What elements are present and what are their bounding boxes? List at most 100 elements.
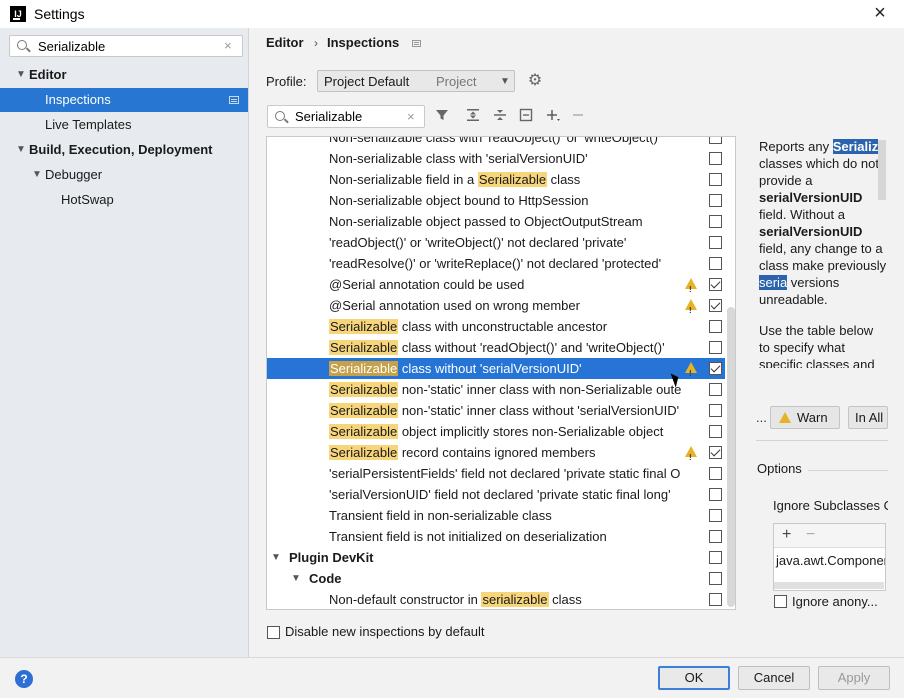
add-icon[interactable] [543,107,563,127]
table-scrollbar[interactable] [774,582,884,589]
inspection-row[interactable]: Non-serializable field in a Serializable… [267,169,725,190]
severity-more[interactable]: ... [756,410,767,425]
filter-icon[interactable] [432,107,452,127]
chevron-down-icon[interactable]: ▼ [291,568,301,589]
remove-icon[interactable]: − [806,526,815,544]
inspection-name: 'readResolve()' or 'writeReplace()' not … [329,253,699,274]
description-scrollbar[interactable] [878,140,886,200]
inspection-row[interactable]: Transient field is not initialized on de… [267,526,725,547]
profile-dropdown[interactable]: Project Default Project ▼ [317,70,515,92]
inspection-group-row[interactable]: ▼ Code [267,568,725,589]
reset-icon[interactable] [516,107,536,127]
inspection-enabled-checkbox[interactable] [709,425,722,438]
clear-search-icon[interactable]: × [224,38,232,53]
breadcrumb-root[interactable]: Editor [266,35,304,50]
inspection-row[interactable]: Non-serializable object bound to HttpSes… [267,190,725,211]
options-title: Options [757,461,802,476]
list-scrollbar[interactable] [727,307,735,607]
inspection-row[interactable]: Transient field in non-serializable clas… [267,505,725,526]
inspection-row[interactable]: 'serialPersistentFields' field not decla… [267,463,725,484]
gear-icon[interactable]: ⚙ [526,72,544,90]
breadcrumb-separator: › [314,36,318,50]
inspection-name: Non-default constructor in serializable … [329,589,699,609]
inspection-enabled-checkbox[interactable] [709,383,722,396]
inspection-enabled-checkbox[interactable] [709,215,722,228]
inspection-enabled-checkbox[interactable] [709,362,722,375]
inspection-row[interactable]: Serializable record contains ignored mem… [267,442,725,468]
inspection-enabled-checkbox[interactable] [709,446,722,459]
tree-item-inspections[interactable]: Inspections [0,88,248,112]
inspection-enabled-checkbox[interactable] [709,236,722,249]
inspection-enabled-checkbox[interactable] [709,572,722,585]
inspection-enabled-checkbox[interactable] [709,530,722,543]
inspection-enabled-checkbox[interactable] [709,341,722,354]
inspection-name-text: class [547,172,581,187]
inspection-enabled-checkbox[interactable] [709,152,722,165]
inspection-name: Non-serializable object passed to Object… [329,211,699,232]
inspection-enabled-checkbox[interactable] [709,593,722,606]
ok-button[interactable]: OK [658,666,730,690]
inspection-name-text: 'readObject()' or 'writeObject()' not de… [329,235,627,250]
inspection-row[interactable]: Non-serializable class with 'readObject(… [267,137,725,148]
chevron-down-icon[interactable]: ▼ [271,547,281,568]
inspection-enabled-checkbox[interactable] [709,467,722,480]
inspection-name-text: Non-serializable field in a [329,172,478,187]
inspection-enabled-checkbox[interactable] [709,278,722,291]
clear-search-icon[interactable]: × [407,109,415,124]
tree-item-build-execution-deployment[interactable]: ▼ Build, Execution, Deployment [0,138,248,162]
inspection-enabled-checkbox[interactable] [709,257,722,270]
add-icon[interactable]: + [782,526,791,544]
inspection-row[interactable]: Serializable non-'static' inner class wi… [267,400,725,421]
inspections-search-input[interactable]: Serializable × [267,105,425,128]
apply-button[interactable]: Apply [818,666,890,690]
inspection-row[interactable]: Non-default constructor in serializable … [267,589,725,609]
tree-item-live-templates[interactable]: Live Templates [0,113,248,137]
inspection-enabled-checkbox[interactable] [709,488,722,501]
inspection-name: Serializable class without 'serialVersio… [329,358,679,379]
inspection-group-row[interactable]: ▼ Plugin DevKit [267,547,725,568]
settings-search-input[interactable]: Serializable × [9,35,243,57]
tree-item-hotswap[interactable]: HotSwap [0,188,248,212]
inspection-name-text: class without 'readObject()' and 'writeO… [398,340,665,355]
tree-item-editor[interactable]: ▼ Editor [0,63,248,87]
inspection-row[interactable]: 'readResolve()' or 'writeReplace()' not … [267,253,725,274]
profile-scope: Project [436,74,477,89]
inspection-row[interactable]: Serializable class without 'serialVersio… [267,358,725,384]
chevron-down-icon: ▼ [32,169,42,180]
expand-all-icon[interactable] [463,107,483,127]
inspection-row[interactable]: Serializable class without 'readObject()… [267,337,725,358]
inspection-row[interactable]: @Serial annotation used on wrong member [267,295,725,321]
inspection-name-text: non-'static' inner class with non-Serial… [398,382,682,397]
inspection-row[interactable]: 'readObject()' or 'writeObject()' not de… [267,232,725,253]
tree-item-debugger[interactable]: ▼ Debugger [0,163,248,187]
inspection-row[interactable]: Non-serializable class with 'serialVersi… [267,148,725,169]
ignore-anonymous-checkbox[interactable] [774,595,787,608]
inspection-name-text: record contains ignored members [398,445,596,460]
severity-dropdown[interactable]: Warn [770,406,840,429]
inspection-name-text: non-'static' inner class without 'serial… [398,403,680,418]
inspection-row[interactable]: 'serialVersionUID' field not declared 'p… [267,484,725,505]
inspection-row[interactable]: Serializable class with unconstructable … [267,316,725,337]
collapse-all-icon[interactable] [490,107,510,127]
inspection-enabled-checkbox[interactable] [709,137,722,144]
inspection-enabled-checkbox[interactable] [709,509,722,522]
inspection-name-text: Code [309,571,342,586]
inspection-row[interactable]: @Serial annotation could be used [267,274,725,300]
inspection-name: Non-serializable field in a Serializable… [329,169,699,190]
inspection-enabled-checkbox[interactable] [709,551,722,564]
table-row[interactable]: java.awt.Componen [776,553,885,568]
help-button[interactable]: ? [15,670,33,688]
inspection-enabled-checkbox[interactable] [709,299,722,312]
close-icon[interactable]: × [868,3,892,25]
inspection-row[interactable]: Non-serializable object passed to Object… [267,211,725,232]
remove-icon[interactable] [568,107,588,127]
disable-new-inspections-checkbox[interactable] [267,626,280,639]
scope-dropdown[interactable]: In All [848,406,888,429]
inspection-row[interactable]: Serializable non-'static' inner class wi… [267,379,725,400]
inspection-enabled-checkbox[interactable] [709,320,722,333]
inspection-enabled-checkbox[interactable] [709,173,722,186]
inspection-enabled-checkbox[interactable] [709,194,722,207]
inspection-row[interactable]: Serializable object implicitly stores no… [267,421,725,442]
cancel-button[interactable]: Cancel [738,666,810,690]
inspection-enabled-checkbox[interactable] [709,404,722,417]
